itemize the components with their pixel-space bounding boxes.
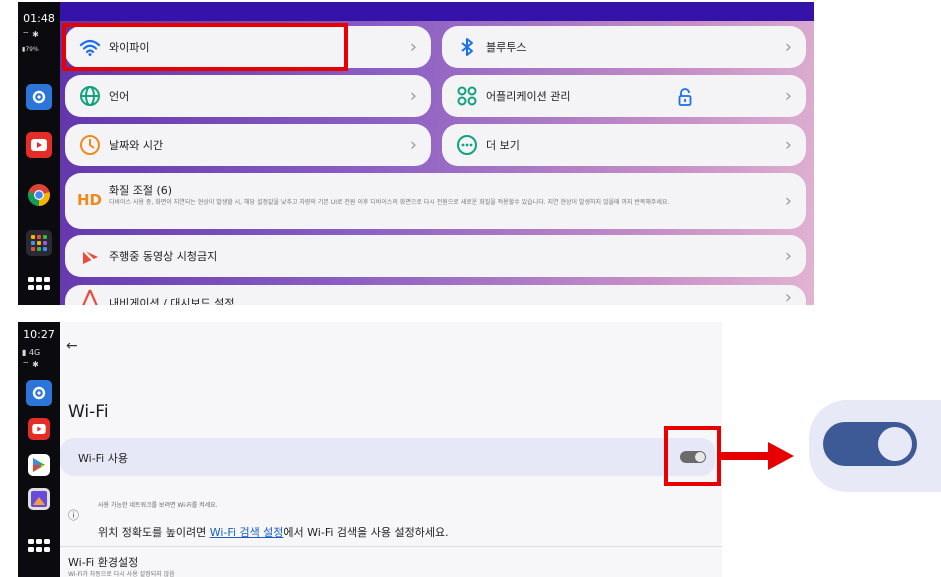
clock-text: 10:27 (23, 328, 55, 341)
globe-icon (80, 86, 100, 106)
clock-icon (80, 135, 100, 155)
play-store-app-icon[interactable] (28, 454, 50, 476)
chevron-right-icon: › (784, 134, 792, 156)
arrow-right-icon (721, 452, 771, 460)
chevron-right-icon: › (409, 36, 417, 58)
clock-text: 01:48 (23, 12, 55, 25)
wifi-toggle-zoomed (823, 422, 917, 466)
chevron-right-icon: › (784, 245, 792, 267)
arrow-head-icon (768, 442, 794, 470)
date-time-card-label: 날짜와 시간 (109, 139, 164, 152)
sidebar: 10:27 ▮ 4G ⌔ ✱ (18, 322, 60, 577)
hd-icon: HD (77, 191, 103, 209)
quality-card-description: 디바이스 사용 중, 화면이 지연되는 현상이 발생할 시, 해당 설정값을 낮… (109, 199, 670, 206)
quality-card[interactable]: HD 화질 조절 (6) 디바이스 사용 중, 화면이 지연되는 현상이 발생할… (65, 173, 806, 229)
language-card[interactable]: 언어 › (65, 75, 431, 117)
highlight-wifi-box (62, 23, 348, 71)
wifi-screenshot-bottom: 10:27 ▮ 4G ⌔ ✱ ← Wi-Fi Wi-Fi 사용 ⓘ 사용 가능한… (18, 322, 722, 577)
date-time-card[interactable]: 날짜와 시간 › (65, 124, 431, 166)
wifi-use-label: Wi-Fi 사용 (78, 452, 128, 465)
home-grid-icon[interactable] (26, 274, 52, 300)
more-icon (457, 135, 477, 155)
info-icon: ⓘ (68, 509, 79, 522)
chevron-right-icon: › (784, 85, 792, 107)
chevron-right-icon: › (784, 190, 792, 212)
apps-grid-icon[interactable] (26, 230, 52, 256)
gallery-app-icon[interactable] (28, 488, 50, 510)
language-card-label: 언어 (109, 90, 130, 103)
sidebar: 01:48 ⌔ ✱ ▮79% (18, 2, 60, 305)
wifi-preferences-title[interactable]: Wi-Fi 환경설정 (68, 554, 138, 570)
home-grid-icon[interactable] (26, 536, 52, 562)
bluetooth-card-label: 블루투스 (486, 41, 527, 54)
settings-screenshot-top: 01:48 ⌔ ✱ ▮79% 와이파이 › 블루투스 › 언어 › 어플리케이션… (18, 2, 814, 305)
more-card-label: 더 보기 (486, 139, 520, 152)
no-video-card-label: 주행중 동영상 시청금지 (109, 250, 218, 263)
chevron-right-icon: › (784, 287, 792, 305)
divider (60, 546, 722, 547)
location-accuracy-message: 위치 정확도를 높이려면 Wi-Fi 검색 설정에서 Wi-Fi 검색을 사용 … (98, 526, 449, 539)
navigation-card[interactable]: 내비게이션 / 대시보드 설정 › (65, 285, 806, 305)
more-card[interactable]: 더 보기 › (442, 124, 806, 166)
navigation-icon (82, 289, 98, 305)
wifi-settings-panel: ← Wi-Fi Wi-Fi 사용 ⓘ 사용 가능한 네트워크를 보려면 Wi-F… (60, 322, 722, 577)
quality-card-label: 화질 조절 (6) (109, 184, 173, 197)
bluetooth-card[interactable]: 블루투스 › (442, 26, 806, 68)
navigation-card-label: 내비게이션 / 대시보드 설정 (109, 297, 235, 305)
page-title: Wi-Fi (68, 402, 109, 422)
wifi-status-icon: ⌔ ✱ (22, 360, 39, 369)
signal-status-icon: ▮ 4G (22, 348, 41, 357)
highlight-toggle-box (664, 426, 721, 486)
bluetooth-icon (461, 38, 473, 56)
battery-text: ▮79% (22, 46, 39, 53)
no-video-icon (81, 248, 99, 266)
chevron-right-icon: › (409, 134, 417, 156)
wifi-use-row[interactable]: Wi-Fi 사용 (60, 438, 715, 476)
app-management-card-label: 어플리케이션 관리 (486, 90, 571, 103)
wifi-hint-text: 사용 가능한 네트워크를 보려면 Wi-Fi를 켜세요. (98, 502, 218, 509)
apps-icon (457, 86, 477, 106)
back-arrow-icon[interactable]: ← (66, 338, 78, 354)
wifi-status-icon: ⌔ ✱ (22, 30, 39, 39)
settings-app-icon[interactable] (26, 84, 52, 110)
chrome-app-icon[interactable] (26, 182, 52, 208)
chevron-right-icon: › (409, 85, 417, 107)
unlock-icon (678, 88, 692, 106)
wifi-scan-settings-link[interactable]: Wi-Fi 검색 설정 (210, 526, 284, 539)
youtube-app-icon[interactable] (26, 132, 52, 158)
chevron-right-icon: › (784, 36, 792, 58)
wifi-preferences-subtitle: Wi-Fi가 자동으로 다시 사용 설정되지 않음 (68, 571, 175, 577)
app-management-card[interactable]: 어플리케이션 관리 › (442, 75, 806, 117)
top-bar (60, 2, 814, 21)
no-video-card[interactable]: 주행중 동영상 시청금지 › (65, 235, 806, 277)
youtube-app-icon[interactable] (28, 418, 50, 440)
toggle-zoom-inset (809, 400, 941, 492)
settings-app-icon[interactable] (26, 380, 52, 406)
